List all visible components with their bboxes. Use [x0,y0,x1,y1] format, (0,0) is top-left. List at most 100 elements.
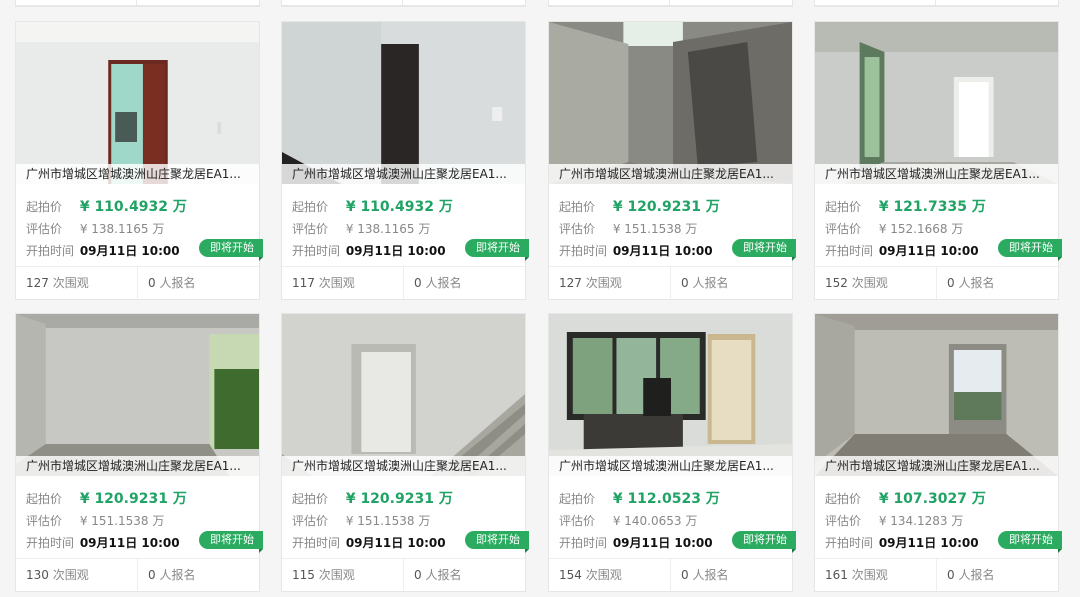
views-count: 154 次围观 [549,559,670,591]
status-badge: 即将开始 [465,531,529,553]
listing-stats: 127 次围观 0 人报名 [549,266,792,299]
start-price-label: 起拍价 [292,200,329,214]
listing-title[interactable]: 广州市增城区增城澳洲山庄聚龙居EA1... [282,456,525,476]
status-badge: 即将开始 [998,239,1062,261]
evaluation-value: ¥ 152.1668 万 [878,222,964,236]
auction-card[interactable]: 广州市增城区增城澳洲山庄聚龙居EA1... 起拍价 ¥ 120.9231 万 评… [15,313,263,592]
start-time-value: 09月11日 10:00 [612,536,713,550]
signup-suffix: 人报名 [425,568,462,582]
signup-suffix: 人报名 [958,276,995,290]
evaluation-row: 评估价 ¥ 134.1283 万 [825,510,1048,532]
auction-card[interactable]: 广州市增城区增城澳洲山庄聚龙居EA1... 起拍价 ¥ 112.0523 万 评… [548,313,796,592]
property-photo[interactable]: 广州市增城区增城澳洲山庄聚龙居EA1... [16,314,259,476]
start-time-value: 09月11日 10:00 [79,536,180,550]
start-time-value: 09月11日 10:00 [612,244,713,258]
views-count: 117 次围观 [282,267,403,299]
evaluation-row: 评估价 ¥ 138.1165 万 [292,218,515,240]
property-photo[interactable]: 广州市增城区增城澳洲山庄聚龙居EA1... [549,314,792,476]
signup-number: 0 [148,568,156,582]
status-badge: 即将开始 [732,239,796,261]
auction-card[interactable]: 广州市增城区增城澳洲山庄聚龙居EA1... 起拍价 ¥ 110.4932 万 评… [15,21,263,300]
listing-stats: 117 次围观 0 人报名 [282,266,525,299]
listing-stats: 161 次围观 0 人报名 [815,558,1058,591]
property-photo[interactable]: 广州市增城区增城澳洲山庄聚龙居EA1... [282,22,525,184]
listing-stats: 152 次围观 0 人报名 [815,266,1058,299]
views-suffix: 次围观 [585,568,622,582]
start-time-value: 09月11日 10:00 [79,244,180,258]
signup-count: 0 人报名 [403,267,525,299]
signup-count: 0 人报名 [670,559,792,591]
evaluation-label: 评估价 [26,514,63,528]
evaluation-label: 评估价 [559,514,596,528]
views-suffix: 次围观 [585,276,622,290]
evaluation-value: ¥ 151.1538 万 [79,514,165,528]
auction-card[interactable]: 广州市增城区增城澳洲山庄聚龙居EA1... 起拍价 ¥ 120.9231 万 评… [281,313,529,592]
evaluation-value: ¥ 134.1283 万 [878,514,964,528]
evaluation-row: 评估价 ¥ 140.0653 万 [559,510,782,532]
listing-title[interactable]: 广州市增城区增城澳洲山庄聚龙居EA1... [16,164,259,184]
views-number: 127 [559,276,582,290]
listing-title[interactable]: 广州市增城区增城澳洲山庄聚龙居EA1... [549,456,792,476]
start-time-label: 开拍时间 [825,244,874,258]
evaluation-value: ¥ 140.0653 万 [612,514,698,528]
start-time-label: 开拍时间 [292,536,341,550]
start-price-label: 起拍价 [825,492,862,506]
property-photo[interactable]: 广州市增城区增城澳洲山庄聚龙居EA1... [815,314,1058,476]
start-price-label: 起拍价 [26,492,63,506]
property-photo[interactable]: 广州市增城区增城澳洲山庄聚龙居EA1... [282,314,525,476]
status-badge: 即将开始 [998,531,1062,553]
signup-suffix: 人报名 [159,276,196,290]
start-price-row: 起拍价 ¥ 120.9231 万 [292,488,515,510]
listing-title[interactable]: 广州市增城区增城澳洲山庄聚龙居EA1... [549,164,792,184]
views-suffix: 次围观 [52,276,89,290]
listing-title[interactable]: 广州市增城区增城澳洲山庄聚龙居EA1... [16,456,259,476]
evaluation-label: 评估价 [26,222,63,236]
auction-card[interactable]: 广州市增城区增城澳洲山庄聚龙居EA1... 起拍价 ¥ 120.9231 万 评… [548,21,796,300]
property-photo[interactable]: 广州市增城区增城澳洲山庄聚龙居EA1... [16,22,259,184]
start-price-value: ¥ 110.4932 万 [79,199,187,215]
signup-count: 0 人报名 [936,559,1058,591]
start-price-value: ¥ 120.9231 万 [345,491,453,507]
evaluation-label: 评估价 [292,222,329,236]
evaluation-label: 评估价 [559,222,596,236]
start-price-row: 起拍价 ¥ 110.4932 万 [292,196,515,218]
views-suffix: 次围观 [318,276,355,290]
property-photo[interactable]: 广州市增城区增城澳洲山庄聚龙居EA1... [549,22,792,184]
auction-card[interactable]: 广州市增城区增城澳洲山庄聚龙居EA1... 起拍价 ¥ 107.3027 万 评… [814,313,1062,592]
signup-number: 0 [148,276,156,290]
views-suffix: 次围观 [52,568,89,582]
views-count: 130 次围观 [16,559,137,591]
listing-stats: 127 次围观 0 人报名 [16,266,259,299]
start-time-label: 开拍时间 [292,244,341,258]
views-count: 161 次围观 [815,559,936,591]
start-price-value: ¥ 121.7335 万 [878,199,986,215]
auction-card[interactable]: 广州市增城区增城澳洲山庄聚龙居EA1... 起拍价 ¥ 110.4932 万 评… [281,21,529,300]
start-time-value: 09月11日 10:00 [878,536,979,550]
views-number: 161 [825,568,848,582]
start-time-label: 开拍时间 [559,536,608,550]
listing-stats: 154 次围观 0 人报名 [549,558,792,591]
views-suffix: 次围观 [318,568,355,582]
property-photo[interactable]: 广州市增城区增城澳洲山庄聚龙居EA1... [815,22,1058,184]
start-time-label: 开拍时间 [559,244,608,258]
listing-title[interactable]: 广州市增城区增城澳洲山庄聚龙居EA1... [282,164,525,184]
evaluation-label: 评估价 [825,222,862,236]
listing-info: 起拍价 ¥ 112.0523 万 评估价 ¥ 140.0653 万 开拍时间 0… [549,476,796,558]
auction-card[interactable]: 广州市增城区增城澳洲山庄聚龙居EA1... 起拍价 ¥ 121.7335 万 评… [814,21,1062,300]
status-badge: 即将开始 [199,531,263,553]
evaluation-row: 评估价 ¥ 138.1165 万 [26,218,249,240]
signup-number: 0 [947,276,955,290]
listing-title[interactable]: 广州市增城区增城澳洲山庄聚龙居EA1... [815,456,1058,476]
signup-suffix: 人报名 [958,568,995,582]
listing-stats: 130 次围观 0 人报名 [16,558,259,591]
start-price-value: ¥ 110.4932 万 [345,199,453,215]
views-count: 127 次围观 [16,267,137,299]
start-price-value: ¥ 112.0523 万 [612,491,720,507]
evaluation-row: 评估价 ¥ 151.1538 万 [26,510,249,532]
listing-title[interactable]: 广州市增城区增城澳洲山庄聚龙居EA1... [815,164,1058,184]
start-price-row: 起拍价 ¥ 110.4932 万 [26,196,249,218]
status-badge: 即将开始 [732,531,796,553]
start-price-value: ¥ 120.9231 万 [79,491,187,507]
views-number: 117 [292,276,315,290]
signup-suffix: 人报名 [692,276,729,290]
